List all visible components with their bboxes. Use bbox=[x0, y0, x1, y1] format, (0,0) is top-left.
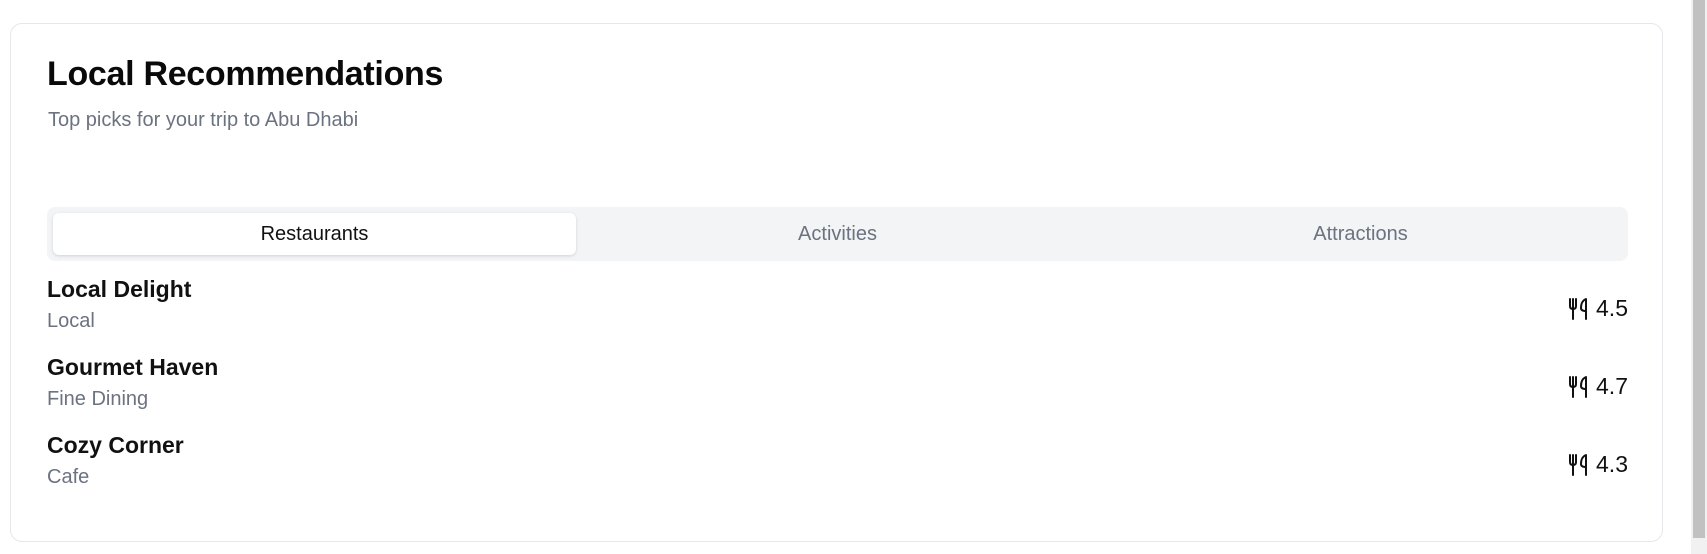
page-title: Local Recommendations bbox=[47, 55, 444, 93]
list-item[interactable]: Cozy Corner Cafe 4.3 bbox=[47, 432, 1628, 510]
rating: 4.5 bbox=[1568, 295, 1628, 322]
rating-value: 4.3 bbox=[1596, 451, 1628, 477]
list-item-info: Local Delight Local bbox=[47, 276, 191, 333]
tab-attractions[interactable]: Attractions bbox=[1099, 213, 1622, 255]
restaurant-name: Cozy Corner bbox=[47, 432, 184, 458]
list-item-info: Gourmet Haven Fine Dining bbox=[47, 354, 218, 411]
restaurant-list: Local Delight Local 4.5 Gourmet Haven Fi… bbox=[47, 276, 1628, 510]
page-subtitle: Top picks for your trip to Abu Dhabi bbox=[48, 109, 359, 131]
list-item[interactable]: Local Delight Local 4.5 bbox=[47, 276, 1628, 354]
rating-value: 4.5 bbox=[1596, 295, 1628, 321]
utensils-icon bbox=[1568, 375, 1590, 399]
utensils-icon bbox=[1568, 297, 1590, 321]
restaurant-name: Local Delight bbox=[47, 276, 192, 302]
rating: 4.7 bbox=[1568, 373, 1628, 400]
list-item[interactable]: Gourmet Haven Fine Dining 4.7 bbox=[47, 354, 1628, 432]
restaurant-name: Gourmet Haven bbox=[47, 354, 219, 380]
rating-value: 4.7 bbox=[1596, 373, 1628, 399]
list-item-info: Cozy Corner Cafe bbox=[47, 432, 184, 489]
restaurant-type: Fine Dining bbox=[47, 387, 149, 410]
restaurant-type: Local bbox=[47, 309, 95, 332]
recommendations-card: Local Recommendations Top picks for your… bbox=[10, 23, 1663, 542]
tab-activities[interactable]: Activities bbox=[576, 213, 1099, 255]
scrollbar-thumb[interactable] bbox=[1693, 0, 1705, 538]
tab-restaurants[interactable]: Restaurants bbox=[53, 213, 576, 255]
rating: 4.3 bbox=[1568, 451, 1628, 478]
utensils-icon bbox=[1568, 453, 1590, 477]
tab-list: Restaurants Activities Attractions bbox=[47, 207, 1628, 261]
restaurant-type: Cafe bbox=[47, 465, 90, 488]
